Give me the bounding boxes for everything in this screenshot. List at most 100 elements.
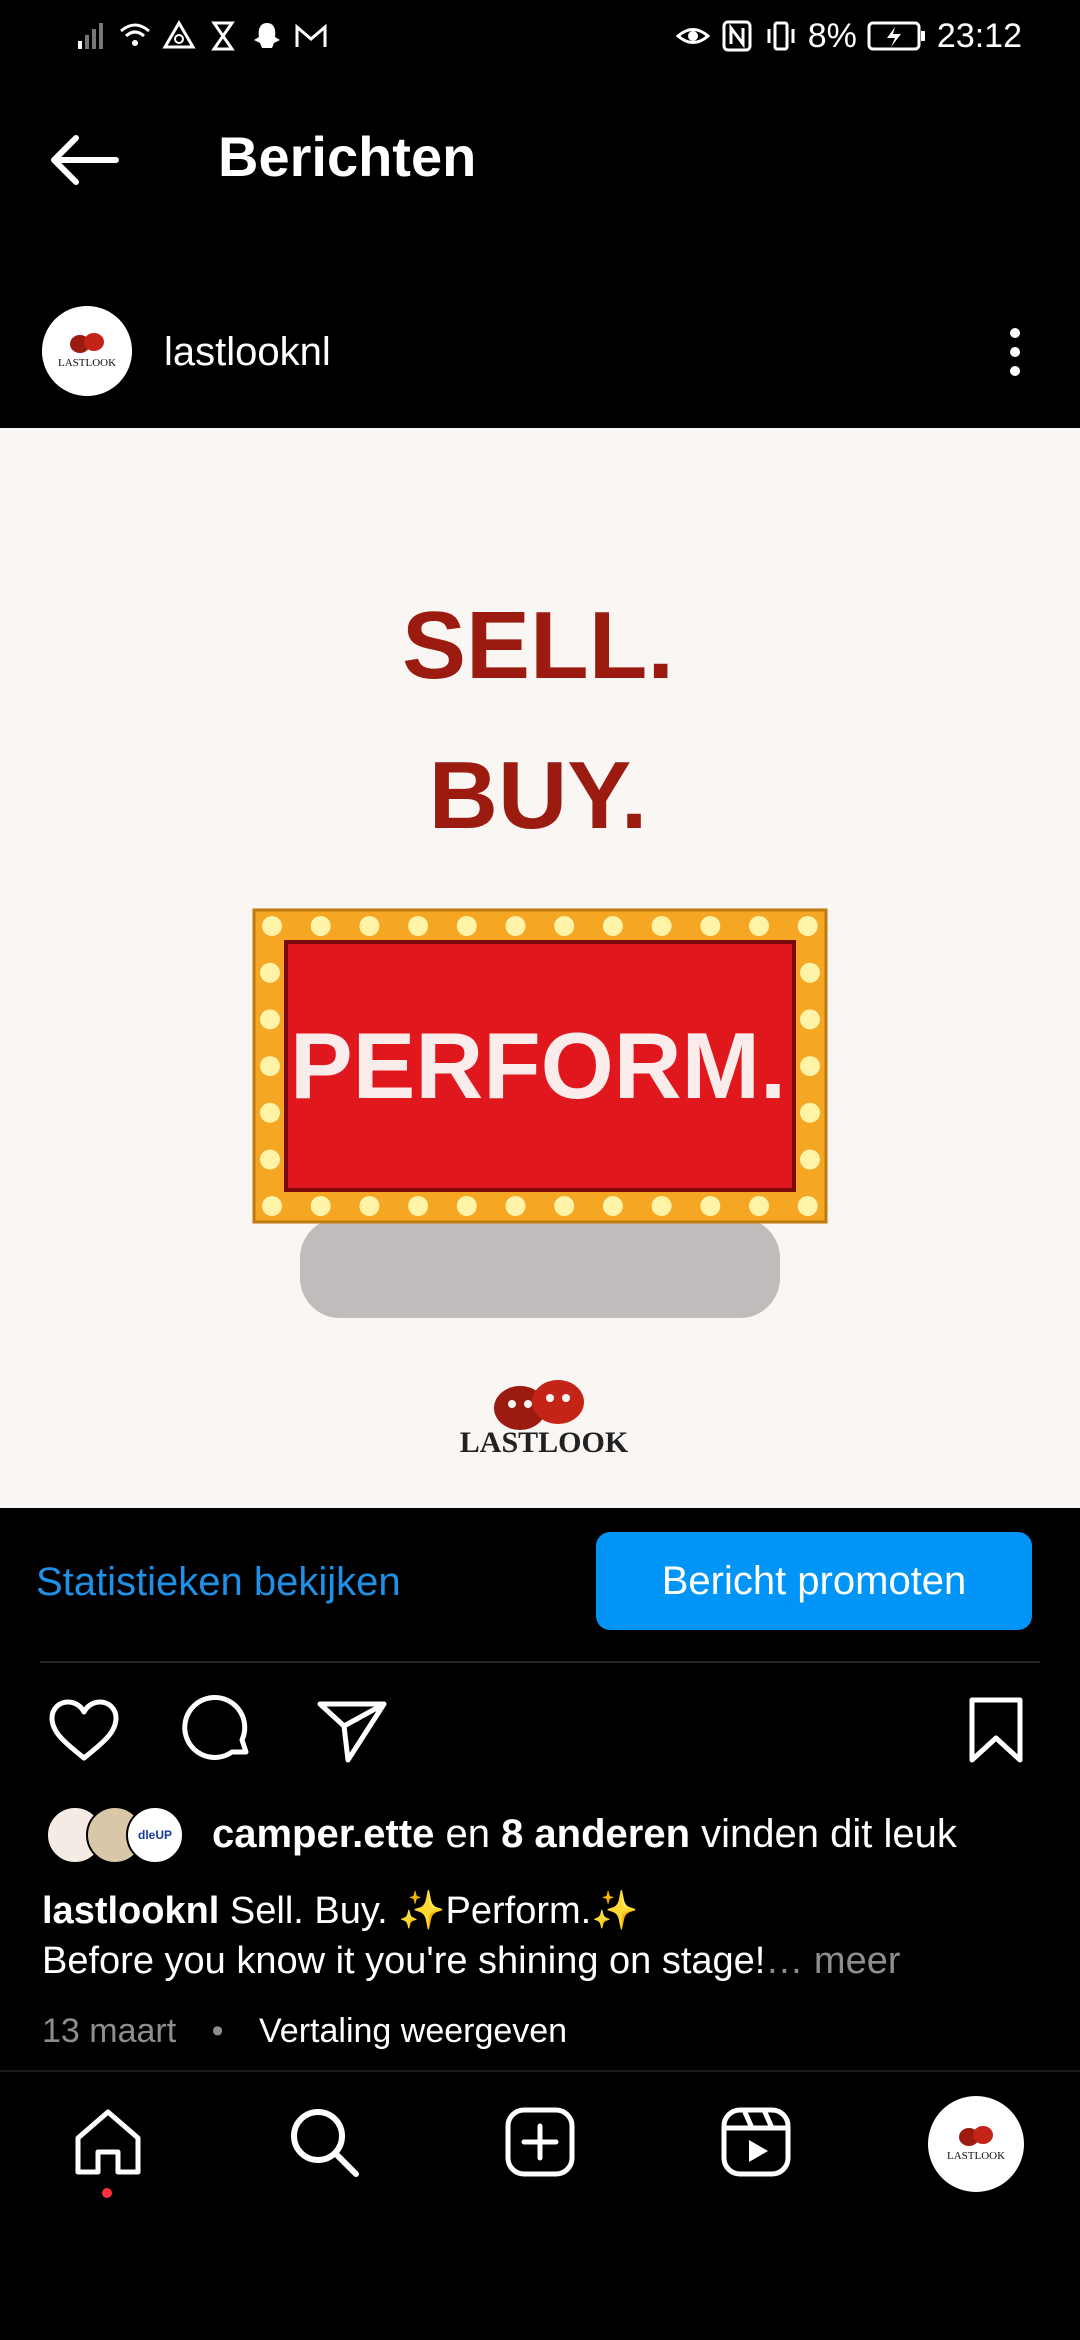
nav-create[interactable] [500, 2102, 580, 2182]
nav-search[interactable] [284, 2102, 364, 2182]
avatar[interactable]: LASTLOOK [42, 306, 132, 396]
marquee-bulb [505, 916, 526, 936]
nav-reels[interactable] [716, 2102, 796, 2182]
liker-avatar: dleUP [126, 1806, 184, 1864]
snapchat-icon [254, 23, 280, 48]
caption: lastlooknl Sell. Buy. ✨Perform.✨ [42, 1884, 1042, 1938]
marquee-bulb [797, 1196, 818, 1216]
marquee-bulb [554, 1196, 575, 1216]
marquee-bulb [800, 962, 820, 983]
more-link[interactable]: … meer [765, 1940, 900, 1982]
send-icon [317, 1701, 387, 1763]
vibrate-icon [767, 21, 795, 51]
arrow-left-icon [51, 135, 119, 185]
hourglass-icon [211, 21, 235, 51]
image-text-sell: SELL. [402, 592, 674, 699]
translate-link[interactable]: Vertaling weergeven [259, 2012, 567, 2050]
marquee-bulb [456, 916, 477, 936]
view-insights-link[interactable]: Statistieken bekijken [36, 1560, 401, 1605]
eye-icon [675, 28, 710, 44]
signal-icon [78, 23, 103, 49]
marquee-bulb [800, 1009, 820, 1030]
marquee-bulb [651, 916, 672, 936]
status-time: 23:12 [936, 16, 1022, 55]
marquee-bulb [310, 1196, 331, 1216]
search-icon [291, 2109, 359, 2177]
caption-line-2: Before you know it you're shining on sta… [42, 1940, 901, 1982]
divider [40, 1661, 1040, 1663]
marquee-bulb [359, 916, 380, 936]
status-right-icons: 8% 23:12 [675, 14, 1022, 58]
data-icon [162, 20, 196, 49]
marquee-bulb [800, 1102, 820, 1123]
profile-avatar: LASTLOOK [947, 2126, 1005, 2162]
more-options-button[interactable] [1000, 325, 1030, 379]
marquee-bulb [260, 962, 280, 983]
lastlook-logo: LASTLOOK [42, 306, 132, 396]
likes-others[interactable]: 8 anderen [501, 1812, 690, 1856]
battery-icon [867, 21, 925, 51]
marquee-bulb [408, 916, 429, 936]
marquee-bulb [800, 1056, 820, 1077]
save-button[interactable] [956, 1690, 1036, 1770]
more-vertical-icon [1010, 328, 1020, 376]
liker-avatars[interactable]: dleUP [46, 1806, 196, 1864]
home-icon [75, 2109, 141, 2175]
marquee-bulb [700, 916, 721, 936]
back-button[interactable] [46, 130, 122, 190]
likes-summary[interactable]: camper.ette en 8 anderen vinden dit leuk [212, 1812, 957, 1857]
marquee-bulb [505, 1196, 526, 1216]
marquee-bulb [797, 916, 818, 936]
nfc-icon [722, 20, 752, 52]
wifi-icon [120, 23, 150, 46]
post-graphic: SELL. BUY. PERFORM. LASTLOOK [252, 592, 828, 1459]
reels-icon [721, 2107, 791, 2177]
image-text-perform: PERFORM. [290, 1013, 786, 1118]
post-date: 13 maart [42, 2012, 177, 2050]
caption-username[interactable]: lastlooknl [42, 1890, 219, 1932]
marquee-bulb [260, 1009, 280, 1030]
caption-text: Sell. Buy. ✨Perform.✨ [219, 1890, 639, 1932]
gmail-icon [295, 23, 327, 47]
marquee-bulb [262, 1196, 282, 1216]
nav-profile[interactable]: LASTLOOK [928, 2096, 1024, 2192]
liker-username[interactable]: camper.ette [212, 1812, 434, 1856]
notification-dot [102, 2188, 112, 2198]
comment-icon [182, 1694, 249, 1760]
marquee-bulb [260, 1056, 280, 1077]
post-username[interactable]: lastlooknl [164, 330, 331, 375]
status-left-icons [74, 14, 328, 58]
marquee-bulb [749, 1196, 769, 1216]
svg-text:LASTLOOK: LASTLOOK [58, 357, 116, 369]
marquee-bulb [700, 1196, 721, 1216]
marquee-bulb [456, 1196, 477, 1216]
marquee-bulb [749, 916, 769, 936]
marquee-bulb [554, 916, 575, 936]
marquee-bulb [260, 1102, 280, 1123]
post-meta: 13 maart • Vertaling weergeven [42, 2012, 568, 2050]
post-image[interactable]: SELL. BUY. PERFORM. LASTLOOK [0, 428, 1080, 1508]
marquee-bulb [359, 1196, 380, 1216]
battery-percent: 8% [807, 16, 857, 55]
marquee-bulb [602, 916, 623, 936]
marquee-bulb [602, 1196, 623, 1216]
heart-icon [49, 1699, 119, 1761]
marquee-bulb [310, 916, 331, 936]
marquee-bulb [800, 1149, 820, 1170]
plus-square-icon [505, 2107, 575, 2177]
marquee-bulb [262, 916, 282, 936]
status-bar: 8% 23:12 [0, 0, 1080, 72]
page-title: Berichten [218, 125, 477, 188]
nav-home[interactable] [68, 2102, 148, 2182]
bookmark-icon [969, 1697, 1023, 1763]
svg-text:LASTLOOK: LASTLOOK [947, 2150, 1005, 2162]
marquee-bulb [408, 1196, 429, 1216]
image-logo-text: LASTLOOK [460, 1426, 629, 1459]
image-text-buy: BUY. [429, 742, 648, 849]
marquee-bulb [651, 1196, 672, 1216]
share-button[interactable] [312, 1690, 392, 1770]
comment-button[interactable] [178, 1690, 258, 1770]
like-button[interactable] [44, 1690, 124, 1770]
promote-post-button[interactable]: Bericht promoten [596, 1532, 1032, 1630]
marquee-bulb [260, 1149, 280, 1170]
